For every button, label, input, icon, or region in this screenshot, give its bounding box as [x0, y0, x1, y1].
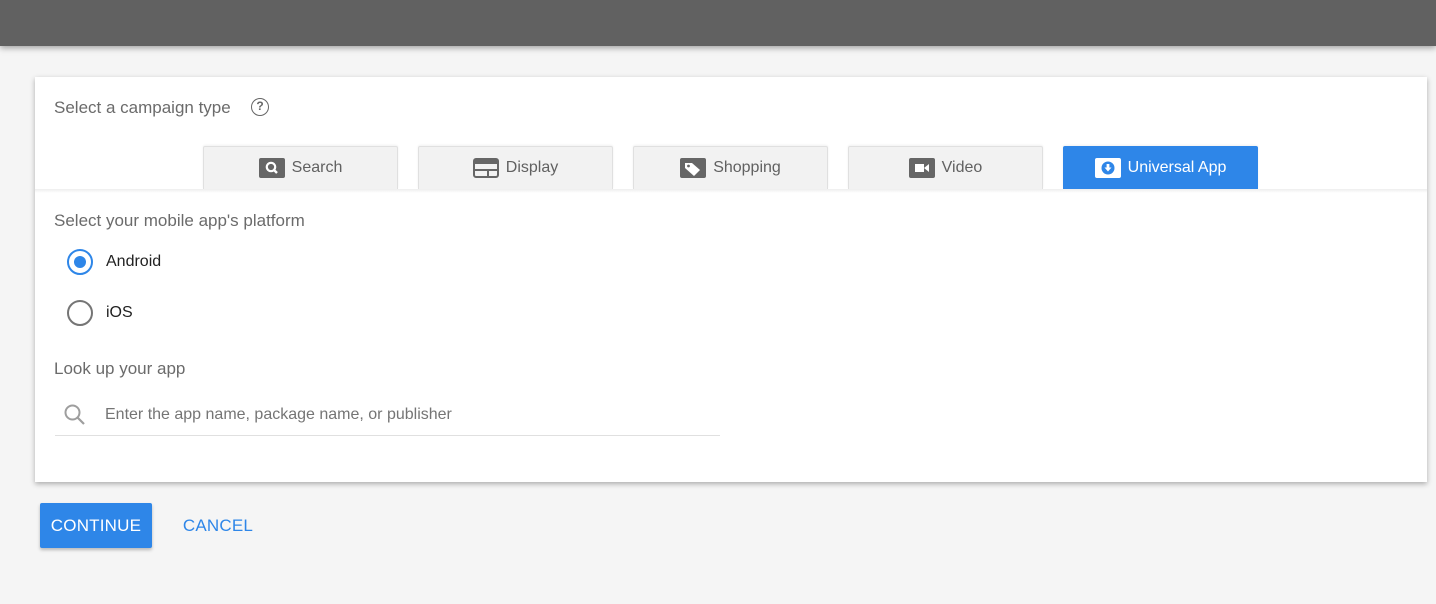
tab-video[interactable]: Video	[848, 146, 1043, 189]
tag-icon	[680, 158, 707, 178]
cancel-button[interactable]: CANCEL	[170, 503, 266, 548]
tab-shopping[interactable]: Shopping	[633, 146, 828, 189]
tab-search[interactable]: Search	[203, 146, 398, 189]
tab-label: Video	[941, 159, 983, 176]
app-search-field[interactable]	[55, 395, 720, 436]
campaign-type-title: Select a campaign type	[54, 98, 231, 117]
tab-display[interactable]: Display	[418, 146, 613, 189]
tab-universal-app[interactable]: Universal App	[1063, 146, 1258, 189]
campaign-type-header: Select a campaign type ? Search Display …	[35, 77, 1427, 189]
video-camera-icon	[908, 158, 935, 178]
search-icon	[63, 403, 87, 432]
display-icon	[472, 158, 499, 178]
help-circle-icon[interactable]: ?	[251, 98, 269, 116]
campaign-card: Select a campaign type ? Search Display …	[35, 77, 1427, 482]
platform-title: Select your mobile app's platform	[54, 211, 305, 230]
top-bar	[0, 0, 1436, 46]
radio-button-checked[interactable]	[67, 249, 93, 275]
tab-label: Universal App	[1127, 159, 1227, 176]
radio-label: iOS	[106, 304, 133, 321]
continue-button[interactable]: CONTINUE	[40, 503, 152, 548]
app-download-icon	[1094, 158, 1121, 178]
radio-label: Android	[106, 253, 162, 270]
radio-android[interactable]: Android	[67, 249, 161, 275]
app-search-input[interactable]	[105, 403, 705, 427]
tab-label: Shopping	[713, 159, 781, 176]
header-divider	[35, 189, 1427, 193]
tab-label: Display	[505, 159, 559, 176]
radio-button-unchecked[interactable]	[67, 300, 93, 326]
search-icon	[258, 158, 285, 178]
app-lookup-title: Look up your app	[54, 359, 186, 378]
tab-label: Search	[291, 159, 343, 176]
radio-ios[interactable]: iOS	[67, 300, 133, 326]
